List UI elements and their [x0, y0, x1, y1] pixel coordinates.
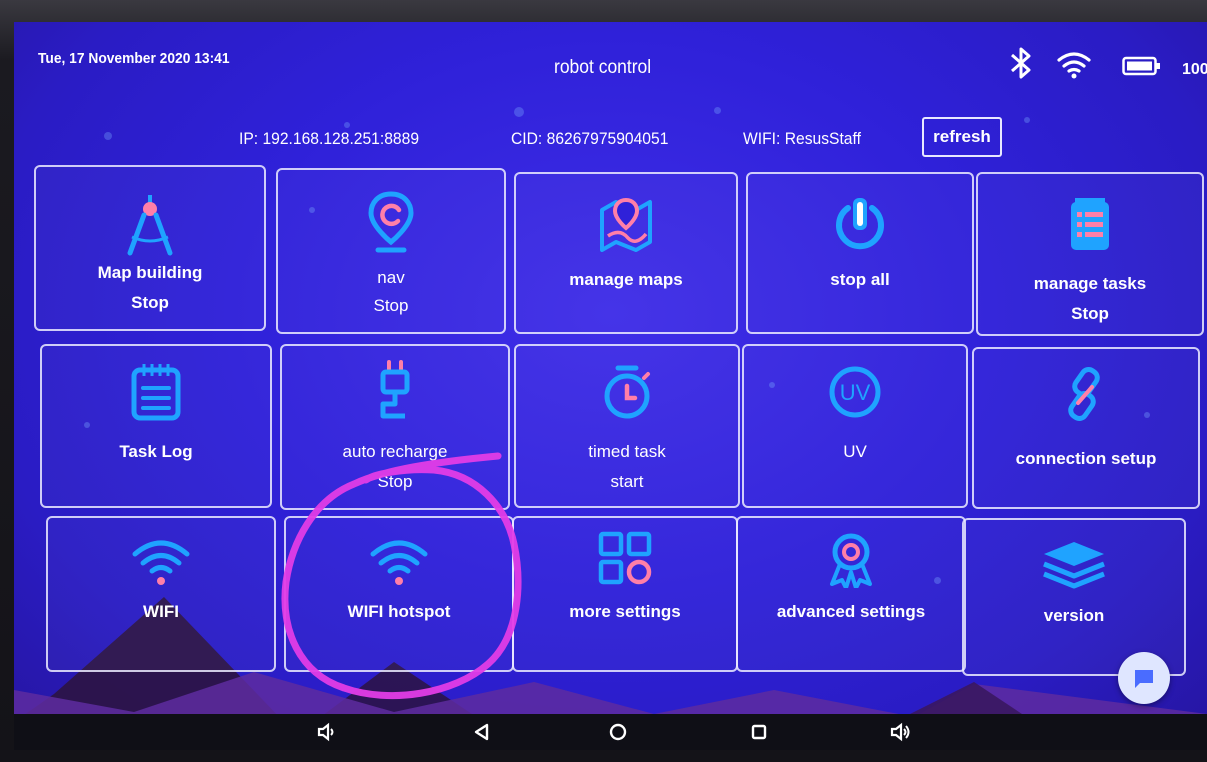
- tile-label: stop all: [830, 270, 890, 289]
- tile-status: Stop: [377, 472, 413, 491]
- tile-label: more settings: [569, 602, 681, 621]
- tile-auto-recharge[interactable]: auto recharge Stop: [280, 344, 510, 510]
- compass-tool-icon: [127, 195, 173, 256]
- battery-percentage: 100: [1182, 61, 1207, 78]
- link-icon: [1068, 367, 1100, 421]
- tile-label: WIFI hotspot: [347, 602, 451, 621]
- grid-icon: [598, 531, 652, 585]
- tablet-screen: Tue, 17 November 2020 13:41 robot contro…: [14, 22, 1207, 750]
- battery-icon: [1122, 56, 1160, 76]
- cid-value: CID: 86267975904051: [511, 129, 669, 148]
- badge-icon: [830, 533, 872, 588]
- tile-label: advanced settings: [776, 602, 926, 621]
- tile-label: manage tasks: [1033, 274, 1147, 293]
- wifi-hotspot-icon: [370, 540, 428, 585]
- tile-task-log[interactable]: Task Log: [40, 344, 272, 508]
- tile-label: auto recharge: [342, 442, 448, 461]
- chat-bubble-icon: [1135, 670, 1153, 688]
- tile-status: Stop: [131, 293, 169, 312]
- tile-timed-task[interactable]: timed task start: [514, 344, 740, 508]
- back-icon[interactable]: [470, 720, 494, 744]
- tile-label: manage maps: [569, 270, 683, 289]
- tile-map-building[interactable]: Map building Stop: [34, 165, 266, 331]
- tile-label: connection setup: [1015, 449, 1157, 468]
- power-icon: [836, 198, 884, 250]
- timer-icon: [604, 365, 650, 419]
- tile-wifi-hotspot[interactable]: WIFI hotspot: [284, 516, 514, 672]
- tile-label: WIFI: [143, 602, 179, 621]
- volume-down-icon[interactable]: [315, 720, 339, 744]
- recents-icon[interactable]: [747, 720, 771, 744]
- tile-manage-tasks[interactable]: manage tasks Stop: [976, 172, 1204, 336]
- wifi-network: WIFI: ResusStaff: [743, 129, 861, 148]
- app-title: robot control: [554, 57, 652, 78]
- volume-up-icon[interactable]: [889, 720, 913, 744]
- tile-label: version: [1043, 606, 1105, 625]
- tile-stop-all[interactable]: stop all: [746, 172, 974, 334]
- home-icon[interactable]: [606, 720, 630, 744]
- tile-label: Task Log: [119, 442, 193, 461]
- bluetooth-icon: [1011, 47, 1031, 79]
- tile-status: Stop: [1071, 304, 1109, 323]
- location-pin-icon: [368, 191, 414, 253]
- tile-status: Stop: [373, 296, 409, 315]
- notepad-icon: [131, 364, 181, 421]
- tile-nav[interactable]: nav Stop: [276, 168, 506, 334]
- wifi-signal-icon: [1057, 52, 1091, 79]
- bokeh-dot: [714, 107, 721, 114]
- status-bar: Tue, 17 November 2020 13:41 robot contro…: [14, 22, 1207, 79]
- chat-fab-button[interactable]: [1118, 652, 1170, 704]
- map-icon: [600, 197, 652, 252]
- wifi-icon: [132, 540, 190, 585]
- tile-label: nav: [377, 268, 405, 287]
- bokeh-dot: [514, 107, 524, 117]
- refresh-button[interactable]: refresh: [922, 117, 1002, 157]
- bokeh-dot: [104, 132, 112, 140]
- tile-label: timed task: [588, 442, 666, 461]
- tile-wifi[interactable]: WIFI: [46, 516, 276, 672]
- tile-advanced-settings[interactable]: advanced settings: [736, 516, 966, 672]
- layers-icon: [1043, 542, 1105, 589]
- svg-text:UV: UV: [840, 380, 871, 405]
- tile-connection-setup[interactable]: connection setup: [972, 347, 1200, 509]
- ip-address: IP: 192.168.128.251:8889: [239, 129, 420, 148]
- bokeh-dot: [344, 122, 350, 128]
- tile-uv[interactable]: UV UV: [742, 344, 968, 508]
- uv-icon: UV: [829, 366, 881, 418]
- system-nav-bar: [14, 714, 1207, 750]
- tile-more-settings[interactable]: more settings: [512, 516, 738, 672]
- bokeh-dot: [1024, 117, 1030, 123]
- task-list-icon: [1071, 198, 1109, 250]
- tile-status: start: [610, 472, 644, 491]
- tile-label: Map building: [97, 263, 203, 282]
- plug-icon: [380, 360, 410, 419]
- tile-manage-maps[interactable]: manage maps: [514, 172, 738, 334]
- date-time: Tue, 17 November 2020 13:41: [38, 50, 230, 67]
- tile-label: UV: [843, 442, 867, 461]
